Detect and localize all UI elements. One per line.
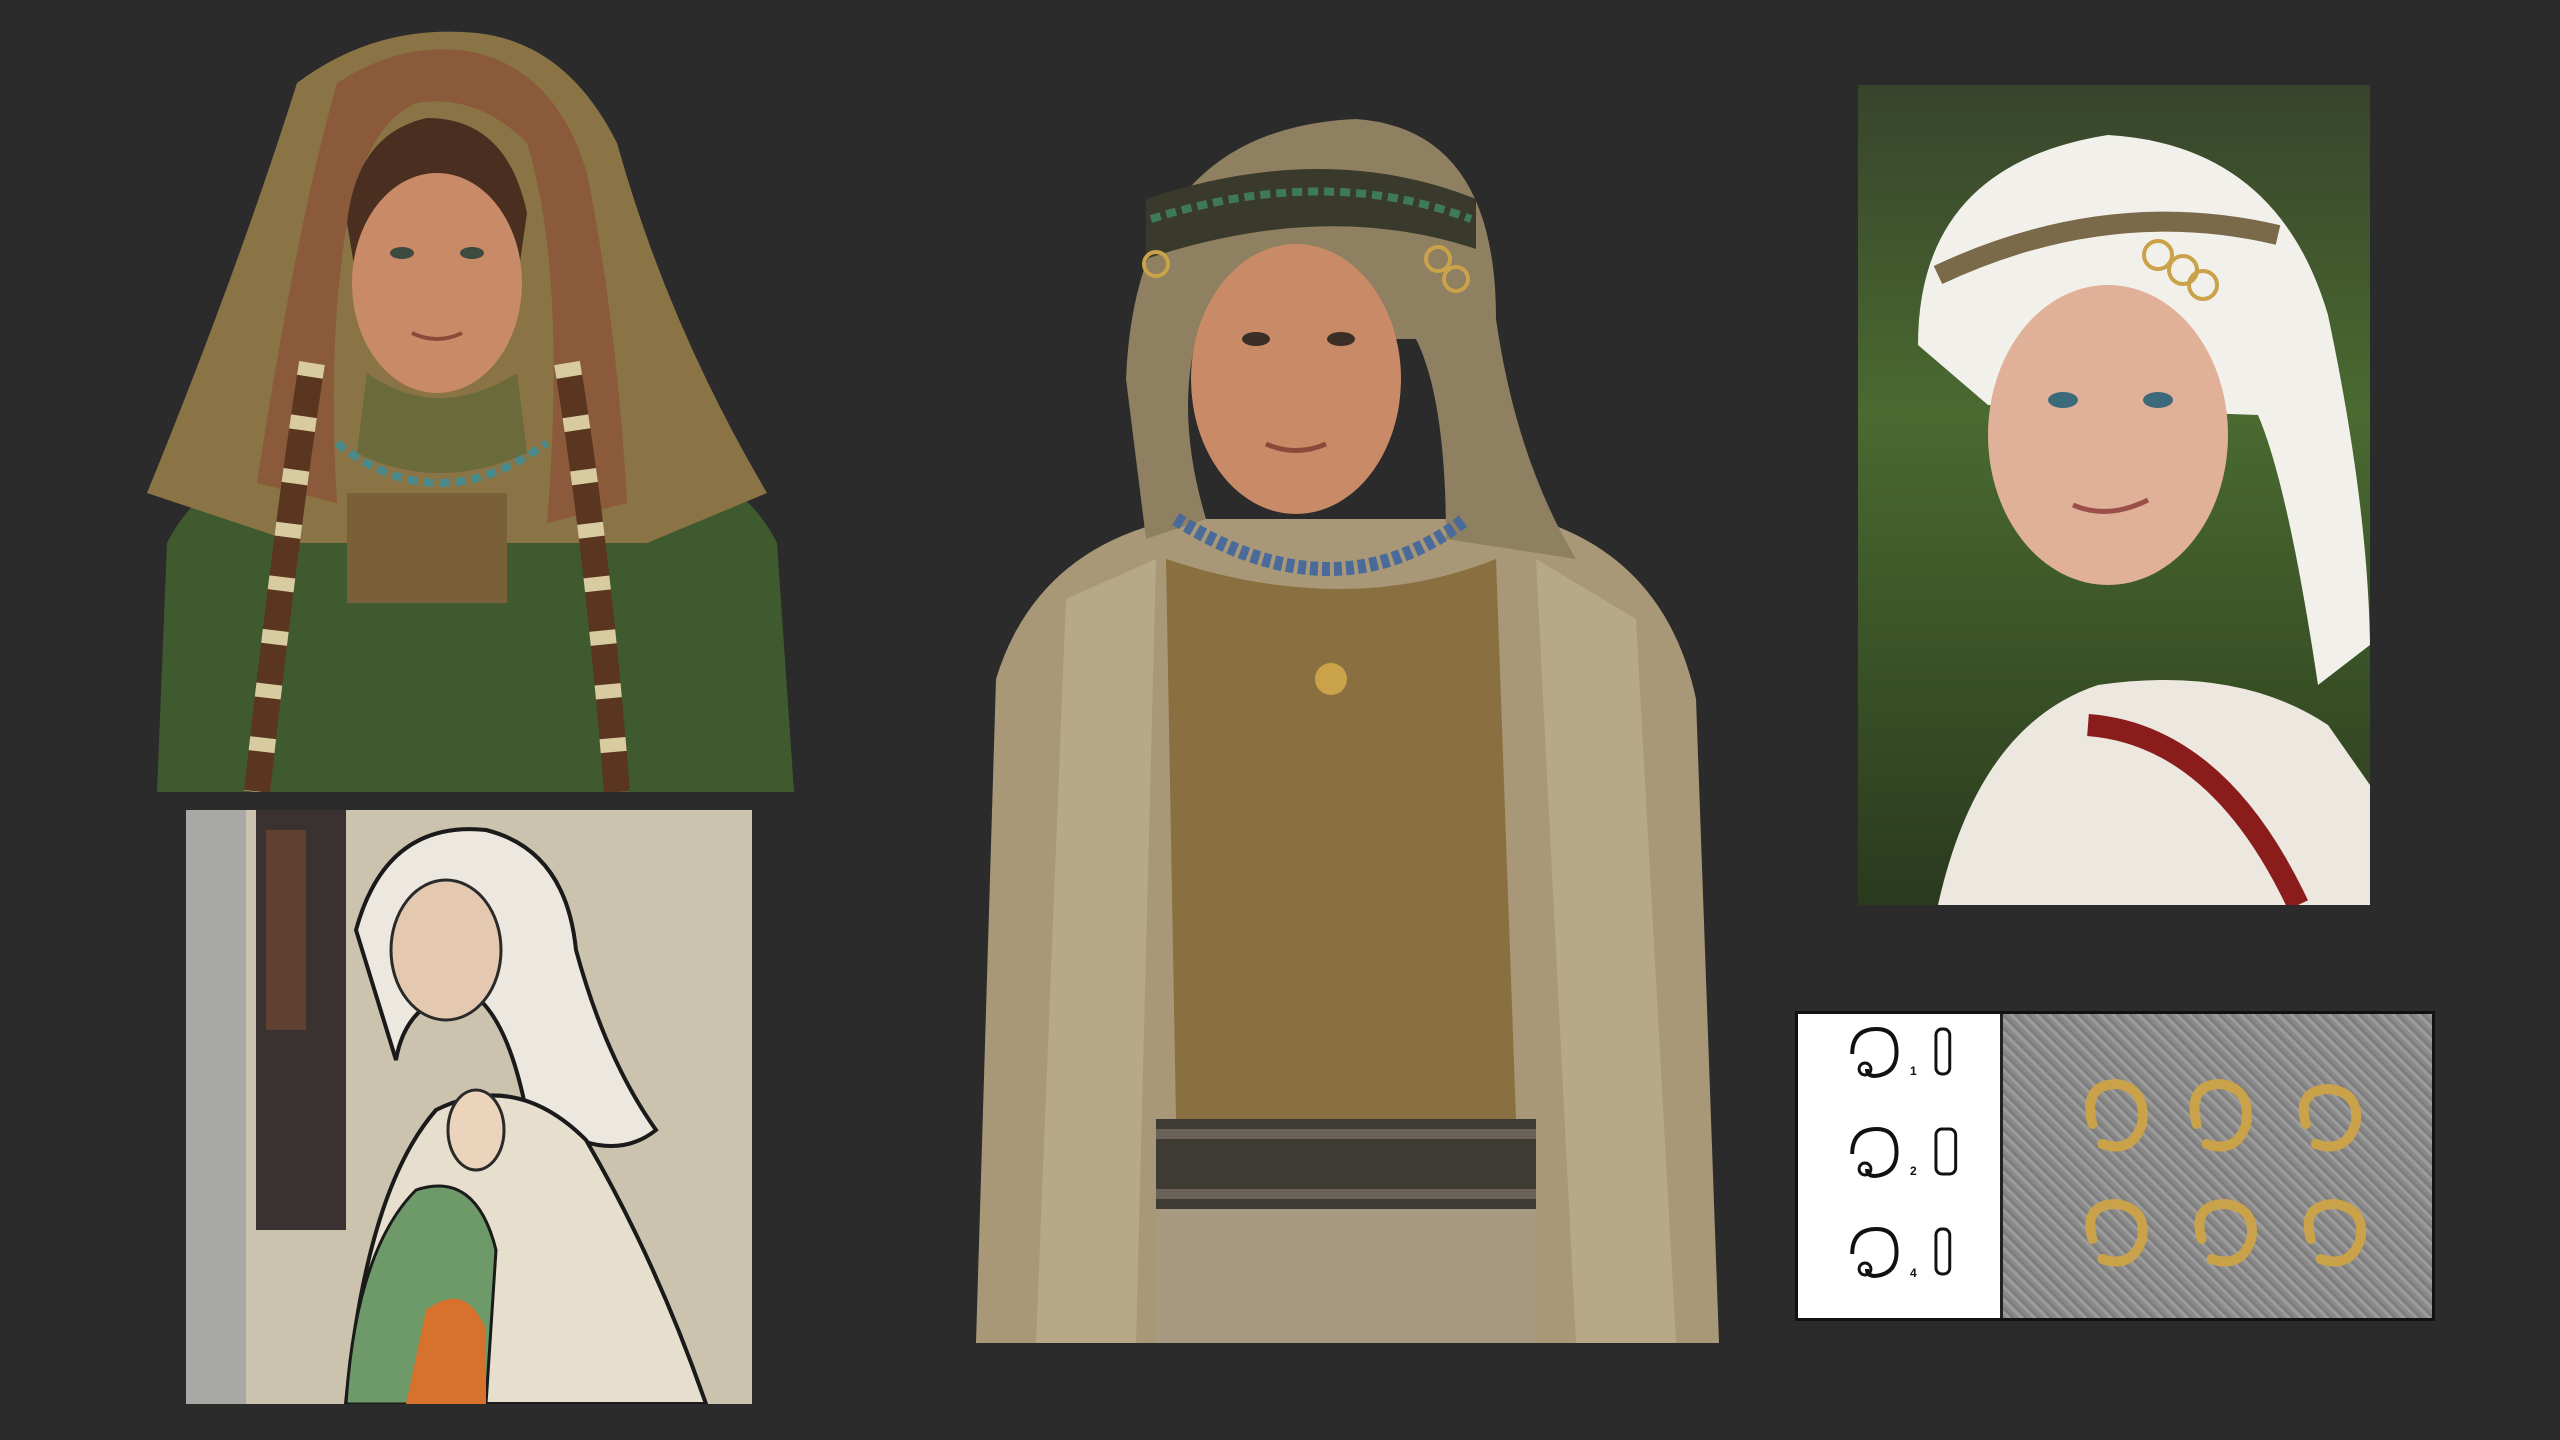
- rings-drawing-svg: [1850, 1026, 1958, 1279]
- reenactor-photo: [1858, 85, 2370, 905]
- ring-label-2: 2: [1910, 1164, 1917, 1178]
- render-hood-image: [147, 23, 794, 792]
- manuscript-illustration: [186, 810, 752, 1404]
- render-center-illustration: [976, 119, 1719, 1343]
- temple-rings-figure: 1 2 4: [1795, 1011, 2435, 1321]
- rings-line-drawing: 1 2 4: [1798, 1014, 2003, 1318]
- reenactor-photo-illustration: [1858, 85, 2370, 905]
- render-hood-illustration: [147, 23, 794, 792]
- rings-photo: [2003, 1014, 2432, 1318]
- image-canvas: 1 2 4: [0, 0, 2560, 1440]
- ring-label-4: 4: [1910, 1266, 1917, 1280]
- render-center-image: [976, 119, 1719, 1343]
- manuscript-illustration-image: [186, 810, 752, 1404]
- ring-label-1: 1: [1910, 1064, 1917, 1078]
- rings-photo-svg: [2085, 1078, 2367, 1267]
